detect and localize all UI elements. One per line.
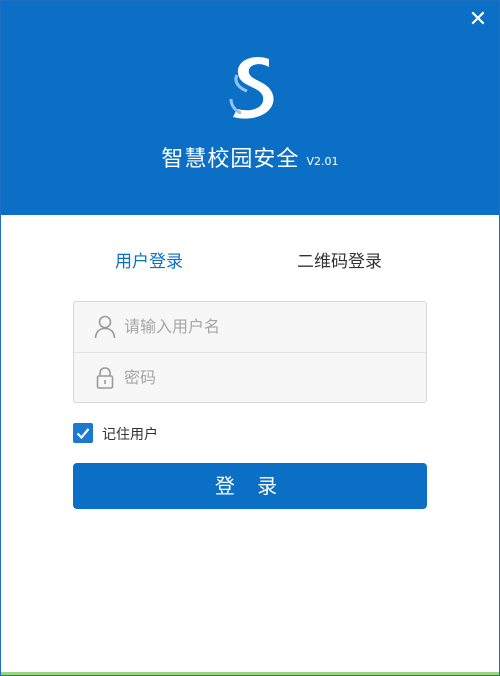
header-banner: ✕ 智慧校园安全 V2.01 xyxy=(1,1,499,215)
app-logo-icon xyxy=(223,53,279,119)
tab-user-login[interactable]: 用户登录 xyxy=(115,247,183,272)
user-icon xyxy=(94,315,116,339)
login-window: ✕ 智慧校园安全 V2.01 用户登录 二维码登录 请输入用户名 记住用户 登 … xyxy=(0,0,500,676)
login-button[interactable]: 登 录 xyxy=(73,463,427,509)
bottom-accent-bar xyxy=(1,672,499,675)
password-input[interactable] xyxy=(124,353,414,402)
app-name: 智慧校园安全 xyxy=(161,147,300,172)
username-input[interactable] xyxy=(124,302,414,351)
login-form xyxy=(73,301,427,403)
close-button[interactable]: ✕ xyxy=(465,7,491,33)
tab-qr-login[interactable]: 二维码登录 xyxy=(297,247,382,272)
login-tabs: 用户登录 二维码登录 xyxy=(1,247,499,275)
password-field xyxy=(74,352,426,402)
app-version: V2.01 xyxy=(306,155,339,168)
username-field xyxy=(74,302,426,352)
lock-icon xyxy=(94,366,116,390)
remember-user-label: 记住用户 xyxy=(102,427,158,443)
app-title: 智慧校园安全 V2.01 xyxy=(1,141,499,173)
checkbox-checked-icon[interactable] xyxy=(73,423,93,443)
